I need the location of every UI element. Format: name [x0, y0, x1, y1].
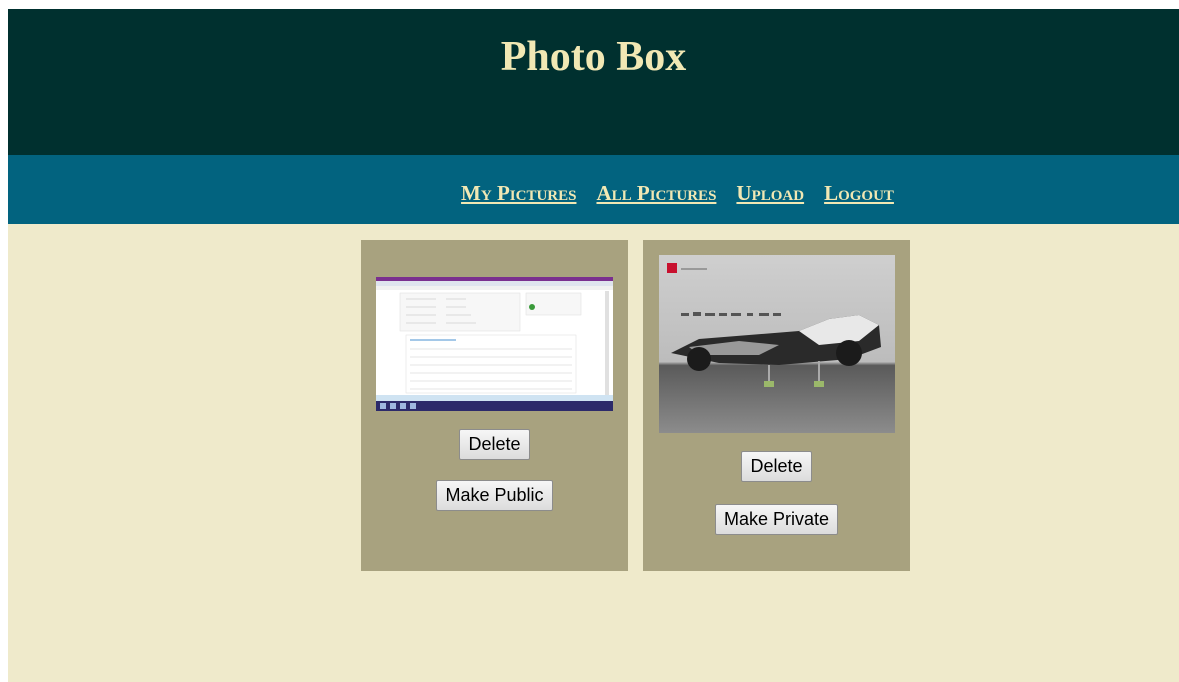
visibility-row: Make Public	[361, 480, 628, 511]
delete-row: Delete	[643, 451, 910, 482]
nav-links: My Pictures All Pictures Upload Logout	[453, 155, 902, 206]
nav-link-logout[interactable]: Logout	[824, 181, 894, 205]
site-title: Photo Box	[500, 34, 687, 80]
photo-thumbnail[interactable]	[659, 255, 895, 433]
make-private-button[interactable]: Make Private	[714, 504, 839, 535]
nav-link-upload[interactable]: Upload	[736, 181, 804, 205]
photo-card: Delete Make Private	[643, 240, 910, 571]
photo-card: Delete Make Public	[361, 240, 628, 571]
page: Photo Box My Pictures All Pictures Uploa…	[8, 9, 1179, 682]
make-public-button[interactable]: Make Public	[436, 480, 553, 511]
delete-button[interactable]: Delete	[459, 429, 530, 460]
nav-link-all-pictures[interactable]: All Pictures	[596, 181, 716, 205]
photo-gallery: Delete Make Public Delete Make Private	[361, 240, 910, 571]
delete-button[interactable]: Delete	[741, 451, 812, 482]
site-header: Photo Box	[8, 9, 1179, 155]
nav-link-my-pictures[interactable]: My Pictures	[461, 181, 576, 205]
nav-bar: My Pictures All Pictures Upload Logout	[8, 155, 1179, 224]
photo-thumbnail[interactable]	[376, 277, 613, 411]
delete-row: Delete	[361, 429, 628, 460]
visibility-row: Make Private	[643, 504, 910, 535]
